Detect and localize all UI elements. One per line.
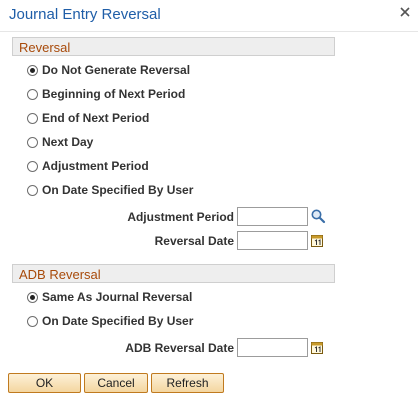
adb-reversal-section-title: ADB Reversal bbox=[19, 267, 101, 282]
radio-button[interactable] bbox=[27, 65, 38, 76]
reversal-date-input[interactable] bbox=[237, 231, 308, 250]
cancel-button[interactable]: Cancel bbox=[84, 373, 148, 393]
reversal-section-header: Reversal bbox=[12, 37, 335, 56]
radio-button[interactable] bbox=[27, 316, 38, 327]
radio-button[interactable] bbox=[27, 113, 38, 124]
adb-reversal-date-label: ADB Reversal Date bbox=[125, 341, 234, 355]
radio-button[interactable] bbox=[27, 185, 38, 196]
radio-button[interactable] bbox=[27, 161, 38, 172]
radio-button[interactable] bbox=[27, 292, 38, 303]
radio-button[interactable] bbox=[27, 137, 38, 148]
radio-label: Same As Journal Reversal bbox=[42, 290, 193, 304]
radio-label: On Date Specified By User bbox=[42, 314, 194, 328]
calendar-icon[interactable] bbox=[311, 234, 323, 247]
adb-reversal-section-header: ADB Reversal bbox=[12, 264, 335, 283]
radio-label: Beginning of Next Period bbox=[42, 87, 186, 101]
close-icon[interactable] bbox=[398, 5, 412, 19]
adjustment-period-label: Adjustment Period bbox=[127, 210, 234, 224]
radio-label: Do Not Generate Reversal bbox=[42, 63, 191, 77]
radio-label: End of Next Period bbox=[42, 111, 150, 125]
dialog-title: Journal Entry Reversal bbox=[9, 6, 161, 23]
ok-button[interactable]: OK bbox=[8, 373, 81, 393]
adjustment-period-input[interactable] bbox=[237, 207, 308, 226]
dialog-titlebar: Journal Entry Reversal bbox=[0, 0, 418, 32]
reversal-date-label: Reversal Date bbox=[154, 234, 234, 248]
radio-label: On Date Specified By User bbox=[42, 183, 194, 197]
adb-reversal-date-input[interactable] bbox=[237, 338, 308, 357]
reversal-section-title: Reversal bbox=[19, 40, 71, 55]
radio-label: Adjustment Period bbox=[42, 159, 149, 173]
radio-label: Next Day bbox=[42, 135, 94, 149]
radio-button[interactable] bbox=[27, 89, 38, 100]
refresh-button[interactable]: Refresh bbox=[151, 373, 224, 393]
search-icon[interactable] bbox=[310, 208, 326, 224]
calendar-icon[interactable] bbox=[311, 341, 323, 354]
